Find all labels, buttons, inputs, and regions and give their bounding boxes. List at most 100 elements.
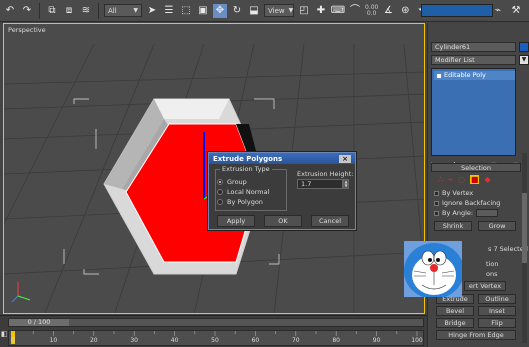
snaps-toggle-icon[interactable]: ⌒ <box>348 4 362 18</box>
time-slider[interactable]: 0 / 100 <box>8 318 424 327</box>
selection-filter-dropdown[interactable]: All ▼ <box>104 4 142 17</box>
radio-group-indicator[interactable] <box>217 179 223 185</box>
hexagon-frame-top <box>154 99 229 119</box>
stack-bullet-icon <box>437 74 441 78</box>
time-slider-area: 0 / 100 ◧ 0 10 20 30 40 50 60 70 80 90 100 <box>0 315 427 347</box>
track-tick-label: 60 <box>251 337 260 344</box>
radio-by-polygon-label: By Polygon <box>227 198 263 206</box>
border-mode-icon[interactable]: ◌ <box>458 175 465 184</box>
flip-button[interactable]: Flip <box>478 318 516 328</box>
close-button[interactable]: × <box>339 154 351 163</box>
by-vertex-box[interactable] <box>434 190 439 196</box>
panel-scrollbar-thumb[interactable] <box>522 193 527 263</box>
outline-button[interactable]: Outline <box>478 294 516 304</box>
select-and-link-icon[interactable]: ⧉ <box>45 4 59 18</box>
grow-button[interactable]: Grow <box>478 221 516 231</box>
by-vertex-checkbox[interactable]: By Vertex <box>434 189 473 197</box>
axis-tripod <box>11 282 31 303</box>
track-tick-label: 70 <box>291 337 300 344</box>
track-tick-label: 90 <box>372 337 381 344</box>
radio-group-label: Group <box>227 178 247 186</box>
dialog-titlebar[interactable]: Extrude Polygons × <box>209 153 355 164</box>
track-bar[interactable]: 0 10 20 30 40 50 60 70 80 90 100 <box>8 330 424 346</box>
redo-icon[interactable]: ↷ <box>20 4 34 18</box>
bind-space-warp-icon[interactable]: ≋ <box>79 4 93 18</box>
curve-editor-icon[interactable]: ⌁ <box>491 4 505 18</box>
hinge-from-edge-button[interactable]: Hinge From Edge <box>436 330 516 340</box>
apply-button[interactable]: Apply <box>217 215 255 227</box>
chevron-down-icon[interactable]: ▼ <box>519 55 529 65</box>
radio-local-normal[interactable]: Local Normal <box>217 188 269 196</box>
named-selection-dropdown[interactable] <box>421 4 493 17</box>
by-angle-input[interactable] <box>476 209 499 217</box>
polygon-mode-icon[interactable]: ■ <box>469 175 480 184</box>
bridge-button[interactable]: Bridge <box>436 318 474 328</box>
select-object-icon[interactable]: ➤ <box>145 4 159 18</box>
radio-by-polygon[interactable]: By Polygon <box>217 198 263 206</box>
select-by-name-icon[interactable]: ☰ <box>162 4 176 18</box>
keyboard-shortcut-icon[interactable]: ⌨ <box>331 4 345 18</box>
percent-snap-icon[interactable]: ⊛ <box>398 4 412 18</box>
doraemon-face-image <box>404 241 462 297</box>
track-tick-label: 20 <box>89 337 98 344</box>
object-name-field[interactable]: Cylinder61 <box>431 42 516 52</box>
time-slider-knob[interactable]: 0 / 100 <box>9 319 69 326</box>
track-tick-label: 10 <box>49 337 58 344</box>
ignore-backfacing-label: Ignore Backfacing <box>442 199 501 207</box>
command-panel: Cylinder61 Modifier List ▼ Editable Poly… <box>427 23 529 347</box>
track-bar-icon[interactable]: ◧ <box>1 330 8 344</box>
by-angle-box[interactable] <box>434 210 439 216</box>
ignore-backfacing-box[interactable] <box>434 200 439 206</box>
material-editor-icon[interactable]: ⚒ <box>509 4 523 18</box>
rect-selection-region-icon[interactable]: ⬚ <box>179 4 193 18</box>
radio-by-polygon-indicator[interactable] <box>217 199 223 205</box>
ok-button[interactable]: OK <box>264 215 302 227</box>
scale-icon[interactable]: ⬓ <box>247 4 261 18</box>
main-toolbar: ↶ ↷ ⧉ ⧈ ≋ All ▼ ➤ ☰ ⬚ ▣ ✥ ↻ ⬓ View ▼ ◰ ✚ ⌨… <box>0 0 529 22</box>
dialog-title: Extrude Polygons <box>213 154 283 163</box>
stack-item-label: Editable Poly <box>444 71 486 79</box>
track-tick-label: 40 <box>170 337 179 344</box>
window-crossing-icon[interactable]: ▣ <box>196 4 210 18</box>
stack-item-editable-poly[interactable]: Editable Poly <box>434 71 515 80</box>
element-mode-icon[interactable]: ◆ <box>484 175 490 184</box>
track-tick-label: 30 <box>130 337 139 344</box>
rotate-icon[interactable]: ↻ <box>230 4 244 18</box>
extrusion-height-spinner[interactable]: ▲ ▼ <box>343 179 349 189</box>
edge-mode-icon[interactable]: ⌁ <box>448 175 453 184</box>
radio-group[interactable]: Group <box>217 178 247 186</box>
rollout-edit-polygons-partial[interactable]: tion <box>486 260 498 268</box>
cancel-button[interactable]: Cancel <box>311 215 349 227</box>
spinner-bottom-value: 0.0 <box>366 9 377 17</box>
by-vertex-label: By Vertex <box>442 189 474 197</box>
extrusion-type-label: Extrusion Type <box>220 165 272 173</box>
extrusion-height-input[interactable]: 1.7 <box>297 179 343 189</box>
radio-local-normal-indicator[interactable] <box>217 189 223 195</box>
extrude-polygons-dialog: Extrude Polygons × Extrusion Type Group … <box>208 152 356 230</box>
vertex-mode-icon[interactable]: ∴ <box>438 175 443 184</box>
shrink-button[interactable]: Shrink <box>434 221 472 231</box>
selection-rollout-header[interactable]: Selection <box>431 163 521 172</box>
chevron-down-icon: ▼ <box>288 7 294 14</box>
angle-snap-icon[interactable]: ∡ <box>381 4 395 18</box>
move-icon[interactable]: ✥ <box>213 3 227 18</box>
ignore-backfacing-checkbox[interactable]: Ignore Backfacing <box>434 199 500 207</box>
chevron-down-icon: ▼ <box>133 7 138 14</box>
unlink-icon[interactable]: ⧈ <box>62 4 76 18</box>
insert-vertex-button[interactable]: ert Vertex <box>464 281 506 291</box>
object-color-swatch[interactable] <box>519 42 529 52</box>
spinner-snap-readout: 0.00 0.0 <box>365 4 378 17</box>
by-angle-checkbox[interactable]: By Angle: <box>434 209 499 217</box>
panel-scrollbar[interactable] <box>522 153 527 343</box>
select-manipulate-icon[interactable]: ✚ <box>314 4 328 18</box>
bevel-button[interactable]: Bevel <box>436 306 474 316</box>
rollout-partial-label: ons <box>486 270 498 278</box>
pivot-center-icon[interactable]: ◰ <box>297 4 311 18</box>
by-angle-label: By Angle: <box>442 209 474 217</box>
undo-icon[interactable]: ↶ <box>3 4 17 18</box>
modifier-stack[interactable]: Editable Poly <box>431 68 516 156</box>
inset-button[interactable]: Inset <box>478 306 516 316</box>
modifier-list-dropdown[interactable]: Modifier List <box>431 55 516 65</box>
viewport-label[interactable]: Perspective <box>8 26 46 34</box>
reference-coord-dropdown[interactable]: View ▼ <box>264 4 294 17</box>
